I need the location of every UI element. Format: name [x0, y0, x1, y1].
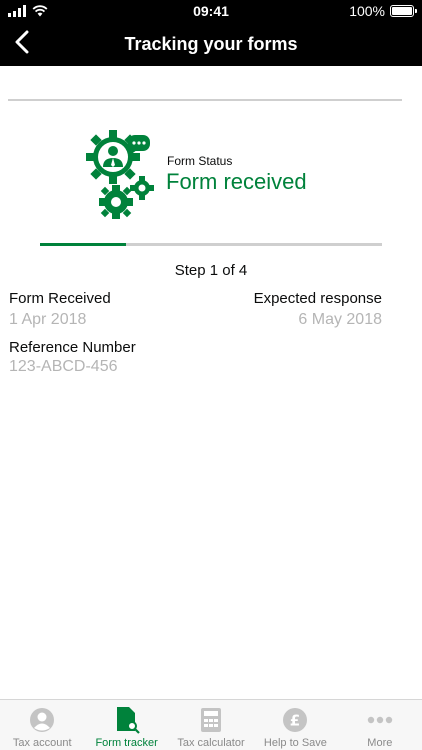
battery-percentage: 100% [349, 3, 385, 19]
tab-label: Form tracker [95, 737, 158, 749]
form-received-date: 1 Apr 2018 [9, 311, 87, 328]
tab-tax-account[interactable]: Tax account [0, 700, 84, 750]
form-status-value: Form received [166, 169, 307, 194]
tab-more[interactable]: More [338, 700, 422, 750]
top-divider [8, 99, 402, 101]
tab-tax-calculator[interactable]: Tax calculator [169, 700, 253, 750]
expected-response-label: Expected response [253, 290, 382, 307]
battery-icon [390, 5, 417, 17]
form-tracker-icon [113, 706, 141, 734]
navigation-bar: Tracking your forms [0, 22, 422, 66]
tab-bar: Tax account Form tracker Tax calculator … [0, 699, 422, 750]
tab-help-to-save[interactable]: £ Help to Save [253, 700, 337, 750]
reference-number-label: Reference Number [9, 339, 136, 356]
tab-label: Help to Save [263, 737, 327, 749]
step-indicator: Step 1 of 4 [174, 262, 248, 279]
progress-bar-fill [40, 243, 126, 246]
tab-form-tracker[interactable]: Form tracker [84, 700, 168, 750]
progress-bar [40, 243, 382, 246]
reference-number-value: 123-ABCD-456 [9, 358, 118, 375]
top-bar: 09:41 100% Tracking your forms [0, 0, 422, 66]
status-bar: 09:41 100% [0, 0, 422, 22]
page-title: Tracking your forms [124, 34, 298, 54]
tab-label: More [367, 737, 393, 749]
person-icon [28, 706, 56, 734]
expected-response-date: 6 May 2018 [298, 311, 382, 328]
tab-label: Tax account [12, 737, 72, 749]
more-icon [366, 706, 394, 734]
calculator-icon [197, 706, 225, 734]
form-received-label: Form Received [9, 290, 111, 307]
tab-label: Tax calculator [177, 737, 245, 749]
pound-coin-icon: £ [281, 706, 309, 734]
status-bar-right: 100% [349, 3, 417, 19]
form-status-gears-icon [86, 127, 156, 219]
form-status-label: Form Status [167, 154, 233, 168]
svg-text:£: £ [290, 712, 300, 730]
